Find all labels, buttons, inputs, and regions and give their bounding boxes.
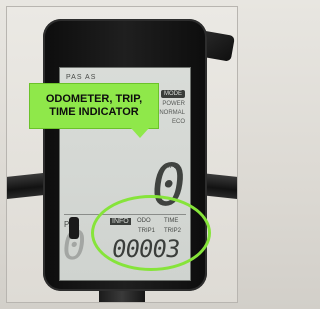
mode-option: POWER [162,101,185,107]
photo-frame: PAS AS MODE POWER NORMAL ECO 0 MPH PAS 0… [6,6,238,303]
side-button [69,217,79,239]
mode-option: ECO [171,119,185,125]
speed-unit: MPH [164,164,178,170]
callout-pointer [131,128,149,138]
callout-box: ODOMETER, TRIP, TIME INDICATOR [29,83,159,129]
mode-option: NORMAL [159,110,185,116]
mode-badge: MODE [161,90,185,98]
callout-text: ODOMETER, TRIP, TIME INDICATOR [45,93,143,118]
top-label: PAS AS [66,74,97,81]
highlight-ring [91,195,211,271]
mode-list: POWER NORMAL ECO [159,100,185,127]
